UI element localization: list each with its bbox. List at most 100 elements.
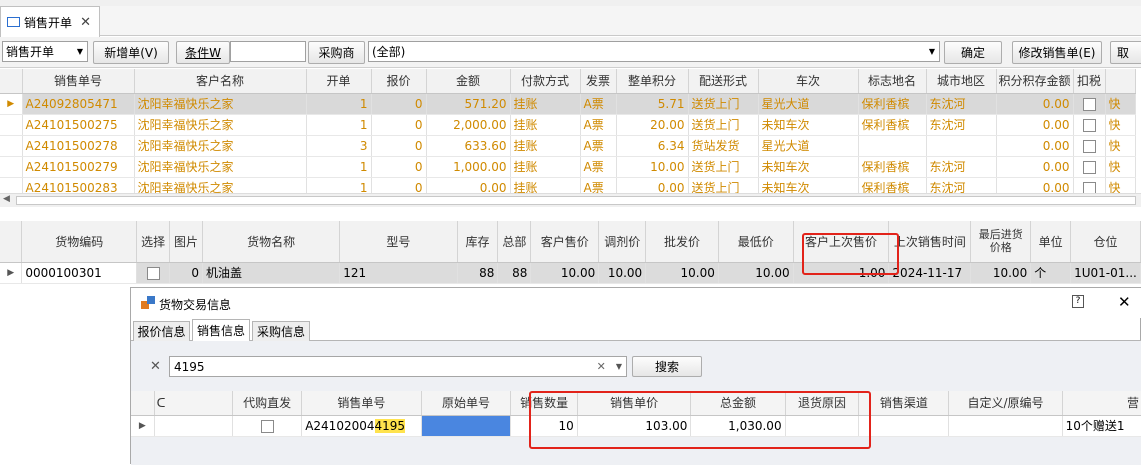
cell[interactable]: 挂账 [510, 135, 581, 157]
cell[interactable]: 挂账 [510, 177, 581, 193]
checkbox-icon[interactable] [1082, 118, 1096, 132]
cell[interactable]: 5.71 [616, 93, 689, 115]
cell[interactable]: 东沈河 [926, 93, 997, 115]
buyer-button[interactable]: 采购商 [308, 41, 365, 64]
table-row[interactable]: A24101500279 沈阳幸福快乐之家 1 0 1,000.00 挂账 A票 10.00 送… [0, 156, 1136, 178]
col-header[interactable]: 最低价 [718, 221, 794, 263]
tab-sales-info[interactable]: 销售信息 [192, 319, 250, 342]
cell[interactable]: 0 [371, 156, 427, 178]
cell[interactable]: 10.00 [616, 156, 689, 178]
cell[interactable]: 0000100301 [21, 262, 138, 284]
new-order-button[interactable]: 新增单(V) [93, 41, 169, 64]
checkbox-icon[interactable] [1082, 139, 1096, 153]
col-header[interactable]: 付款方式 [510, 69, 581, 94]
cell[interactable]: 快 [1105, 114, 1136, 136]
cell[interactable]: 未知车次 [758, 156, 859, 178]
checkbox-icon[interactable] [1082, 160, 1096, 174]
table-row[interactable]: ▶ A24092805471 沈阳幸福快乐之家 1 0 571.20 挂账 A票 5.71 送货上… [0, 93, 1136, 115]
doc-type-select[interactable]: 销售开单 ▼ [2, 41, 88, 62]
cell[interactable]: 1,000.00 [426, 156, 511, 178]
confirm-button[interactable]: 确定 [944, 41, 1002, 64]
col-header[interactable]: 总部 [497, 221, 532, 263]
cell[interactable]: 东沈河 [926, 156, 997, 178]
col-header[interactable]: 选择 [136, 221, 171, 263]
cell[interactable]: 0 [371, 177, 427, 193]
cell[interactable]: 10个赠送1 [1062, 415, 1141, 437]
cell[interactable]: 1 [306, 93, 372, 115]
checkbox-icon[interactable] [1082, 97, 1096, 111]
cell[interactable]: 10.00 [970, 262, 1032, 284]
cell[interactable]: 沈阳幸福快乐之家 [134, 156, 307, 178]
col-header[interactable]: 扣税 [1073, 69, 1106, 94]
search-input[interactable]: 4195 ✕ ▼ [169, 356, 627, 377]
col-header[interactable]: 营 [1062, 391, 1141, 416]
tab-sales-order[interactable]: 销售开单 ✕ [0, 6, 100, 37]
cell[interactable]: 挂账 [510, 156, 581, 178]
tab-purchase-info[interactable]: 采购信息 [252, 321, 310, 342]
buyer-select[interactable]: (全部) ▼ [368, 41, 940, 62]
col-header[interactable]: 货物名称 [202, 221, 341, 263]
col-header[interactable]: 整单积分 [616, 69, 689, 94]
cell[interactable] [858, 415, 950, 437]
col-header[interactable]: 车次 [758, 69, 859, 94]
cell[interactable]: 10.00 [530, 262, 600, 284]
col-header[interactable]: 自定义/原编号 [948, 391, 1063, 416]
cell[interactable] [948, 415, 1063, 437]
cell[interactable]: 10.00 [598, 262, 647, 284]
cell[interactable] [154, 415, 234, 437]
cell[interactable]: 东沈河 [926, 114, 997, 136]
clear-filter-icon[interactable]: ✕ [150, 359, 161, 374]
cell[interactable]: 送货上门 [688, 114, 759, 136]
cell[interactable] [858, 135, 927, 157]
col-header[interactable]: 销售渠道 [858, 391, 950, 416]
cell[interactable]: 快 [1105, 135, 1136, 157]
cell[interactable]: 挂账 [510, 93, 581, 115]
cell[interactable]: 送货上门 [688, 93, 759, 115]
select-checkbox[interactable] [136, 262, 171, 284]
col-header[interactable]: 积分积存金额 [996, 69, 1074, 94]
col-header[interactable]: 标志地名 [858, 69, 927, 94]
cell[interactable]: 10.00 [645, 262, 719, 284]
cell[interactable]: 星光大道 [758, 93, 859, 115]
col-header[interactable]: 图片 [169, 221, 203, 263]
col-header[interactable]: 发票 [580, 69, 617, 94]
cell[interactable]: A24101500283 [22, 177, 135, 193]
cell[interactable]: A票 [580, 93, 617, 115]
horizontal-scrollbar[interactable]: ◀ [0, 193, 1141, 207]
cell[interactable]: 633.60 [426, 135, 511, 157]
chevron-down-icon[interactable]: ▼ [616, 362, 622, 371]
checkbox-icon[interactable] [146, 266, 160, 280]
col-header[interactable]: 货物编码 [21, 221, 138, 263]
checkbox-icon[interactable] [260, 419, 274, 433]
cell[interactable]: A票 [580, 135, 617, 157]
cell[interactable]: 1 [306, 156, 372, 178]
close-icon[interactable]: ✕ [80, 15, 91, 30]
col-header[interactable]: 型号 [339, 221, 458, 263]
cell[interactable]: 沈阳幸福快乐之家 [134, 114, 307, 136]
search-button[interactable]: 搜索 [632, 356, 702, 377]
scroll-left-icon[interactable]: ◀ [3, 194, 10, 204]
col-header[interactable]: 客户名称 [134, 69, 307, 94]
cell[interactable]: 沈阳幸福快乐之家 [134, 93, 307, 115]
cell[interactable]: 保利香槟 [858, 177, 927, 193]
cell[interactable]: 星光大道 [758, 135, 859, 157]
table-row[interactable]: ▶ 0000100301 0 机油盖 121 88 88 10.00 10.00… [0, 262, 1141, 284]
col-header[interactable]: 最后进货价格 [970, 221, 1032, 263]
cell[interactable]: 0.00 [996, 114, 1074, 136]
cell[interactable]: 2,000.00 [426, 114, 511, 136]
cell[interactable]: 1U01-01... [1070, 262, 1141, 284]
col-header[interactable]: 上次销售时间 [888, 221, 972, 263]
cell[interactable]: 10.00 [718, 262, 794, 284]
cell[interactable]: 保利香槟 [858, 156, 927, 178]
table-row[interactable]: A24101500275 沈阳幸福快乐之家 1 0 2,000.00 挂账 A票 20.00 送… [0, 114, 1136, 136]
col-header[interactable]: 库存 [457, 221, 499, 263]
tax-checkbox[interactable] [1073, 135, 1106, 157]
col-header[interactable]: 销售单号 [22, 69, 135, 94]
table-row[interactable]: A24101500283 沈阳幸福快乐之家 1 0 0.00 挂账 A票 0.00 送货上门 未知… [0, 177, 1136, 193]
cell[interactable]: A24101500278 [22, 135, 135, 157]
cell[interactable]: 0.00 [996, 177, 1074, 193]
tax-checkbox[interactable] [1073, 114, 1106, 136]
cell[interactable]: 保利香槟 [858, 93, 927, 115]
cell[interactable]: 东沈河 [926, 177, 997, 193]
col-header[interactable]: 仓位 [1070, 221, 1141, 263]
